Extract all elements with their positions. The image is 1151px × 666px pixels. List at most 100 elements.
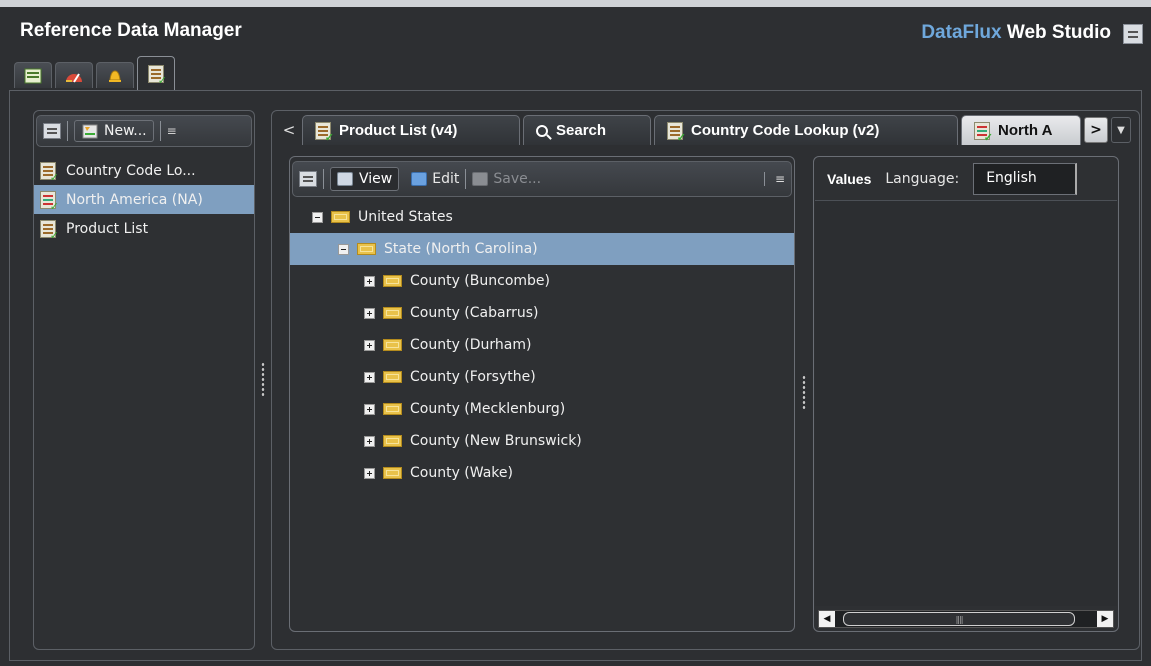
- tree-node-label: United States: [358, 209, 453, 225]
- scroll-right-arrow-icon[interactable]: ▶: [1097, 611, 1113, 627]
- tree-node[interactable]: County (Cabarrus): [290, 297, 794, 329]
- tree-toolbar: View Edit Save... ≡: [292, 161, 792, 197]
- expand-icon[interactable]: [364, 371, 375, 383]
- app-menu-icon[interactable]: [1123, 24, 1143, 44]
- folder-icon: [357, 243, 376, 255]
- left-splitter-handle[interactable]: [261, 362, 265, 396]
- list-item[interactable]: Product List: [34, 214, 254, 243]
- expand-icon[interactable]: [364, 275, 375, 287]
- edit-button[interactable]: Edit: [411, 171, 459, 187]
- tab-search[interactable]: Search: [523, 115, 651, 145]
- new-button[interactable]: New...: [74, 120, 154, 142]
- tab-product-list[interactable]: Product List (v4): [302, 115, 520, 145]
- expand-icon[interactable]: [364, 403, 375, 415]
- toolbar-divider: [323, 169, 324, 189]
- tab-scroll-left-button[interactable]: <: [276, 115, 302, 145]
- view-button-label: View: [359, 171, 393, 187]
- brand-name-dataflux: DataFlux: [921, 22, 1002, 43]
- tab-scroll-right-button[interactable]: >: [1084, 117, 1108, 143]
- reference-list: Country Code Lo... North America (NA) Pr…: [34, 156, 254, 243]
- brand-name-webstudio: Web Studio: [1006, 22, 1111, 43]
- tab-country-code-lookup[interactable]: Country Code Lookup (v2): [654, 115, 958, 145]
- new-button-label: New...: [104, 123, 147, 139]
- horizontal-scrollbar[interactable]: ◀ |||| ▶: [818, 610, 1114, 628]
- collapse-icon[interactable]: [338, 243, 349, 255]
- new-item-icon: [82, 124, 98, 139]
- list-item[interactable]: Country Code Lo...: [34, 156, 254, 185]
- tab-alerts[interactable]: [96, 62, 134, 88]
- tree-node-label: County (Buncombe): [410, 273, 550, 289]
- expand-icon[interactable]: [364, 339, 375, 351]
- values-content: [815, 200, 1117, 606]
- document-tab-bar: < Product List (v4) Search Country Code …: [276, 113, 1140, 145]
- tree-node[interactable]: County (Mecklenburg): [290, 393, 794, 425]
- tab-label: Country Code Lookup (v2): [691, 122, 880, 139]
- edit-button-label: Edit: [432, 171, 460, 187]
- folder-icon: [383, 403, 402, 415]
- tree-node-label: State (North Carolina): [384, 241, 538, 257]
- expand-icon[interactable]: [364, 467, 375, 479]
- table-icon: [24, 68, 42, 83]
- reference-doc-icon: [667, 121, 686, 144]
- folder-icon: [383, 339, 402, 351]
- language-label: Language:: [885, 171, 960, 187]
- app-tab-bar: [14, 56, 175, 90]
- list-item-label: North America (NA): [66, 191, 203, 208]
- left-toolbar: New... ≡: [36, 115, 252, 147]
- view-button[interactable]: View: [330, 167, 400, 191]
- tree-node[interactable]: County (Buncombe): [290, 265, 794, 297]
- list-item-label: Country Code Lo...: [66, 162, 196, 179]
- tab-list-dropdown-icon[interactable]: ▼: [1111, 117, 1131, 143]
- reference-doc-icon: [40, 219, 59, 242]
- tree-node[interactable]: County (Durham): [290, 329, 794, 361]
- tab-label: North A: [998, 122, 1053, 139]
- tree-node-label: County (Wake): [410, 465, 513, 481]
- tab-reference-data[interactable]: [137, 56, 175, 90]
- panel-menu-icon[interactable]: [299, 171, 317, 187]
- more-options-icon[interactable]: ≡: [167, 124, 177, 138]
- folder-icon: [383, 307, 402, 319]
- folder-icon: [331, 211, 350, 223]
- tab-north-america[interactable]: North A: [961, 115, 1081, 145]
- tree-node[interactable]: County (New Brunswick): [290, 425, 794, 457]
- tree-node[interactable]: United States: [290, 201, 794, 233]
- toolbar-divider: [67, 121, 68, 141]
- brand-logo: DataFlux Web Studio: [921, 22, 1111, 44]
- toolbar-divider: [159, 121, 161, 141]
- dashboard-icon: [66, 72, 82, 83]
- tree-node-label: County (Durham): [410, 337, 532, 353]
- edit-icon: [411, 172, 428, 186]
- save-icon: [472, 172, 489, 186]
- expand-icon[interactable]: [364, 435, 375, 447]
- tab-data-explorer[interactable]: [14, 62, 52, 88]
- reference-doc-icon: [148, 64, 167, 87]
- tree-node-label: County (New Brunswick): [410, 433, 582, 449]
- right-splitter-handle[interactable]: [802, 375, 806, 409]
- collapse-icon[interactable]: [312, 211, 323, 223]
- tree-node[interactable]: State (North Carolina): [290, 233, 794, 265]
- values-header: Values Language: English: [813, 161, 1119, 197]
- folder-icon: [383, 275, 402, 287]
- save-button-label: Save...: [493, 171, 542, 187]
- tree-node-label: County (Forsythe): [410, 369, 536, 385]
- tab-monitor[interactable]: [55, 62, 93, 88]
- reference-doc-icon: [974, 121, 993, 144]
- more-options-icon[interactable]: ≡: [763, 172, 785, 186]
- language-select[interactable]: English: [973, 163, 1078, 195]
- view-icon: [337, 172, 353, 186]
- expand-icon[interactable]: [364, 307, 375, 319]
- list-item[interactable]: North America (NA): [34, 185, 254, 214]
- list-item-label: Product List: [66, 220, 149, 237]
- scroll-left-arrow-icon[interactable]: ◀: [819, 611, 835, 627]
- hierarchy-tree: United States State (North Carolina) Cou…: [290, 201, 794, 489]
- scrollbar-thumb[interactable]: ||||: [843, 612, 1075, 626]
- tab-label: Product List (v4): [339, 122, 458, 139]
- values-title: Values: [827, 171, 872, 187]
- folder-icon: [383, 371, 402, 383]
- save-button[interactable]: Save...: [472, 171, 541, 187]
- app-title: Reference Data Manager: [20, 20, 242, 41]
- panel-menu-icon[interactable]: [43, 123, 61, 139]
- tree-node[interactable]: County (Wake): [290, 457, 794, 489]
- tree-node[interactable]: County (Forsythe): [290, 361, 794, 393]
- reference-doc-icon: [315, 121, 334, 144]
